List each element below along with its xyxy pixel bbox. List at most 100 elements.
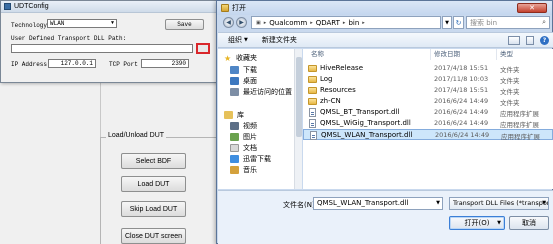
nav-music[interactable]: 音乐: [230, 165, 257, 175]
technology-label: Technology: [11, 22, 48, 29]
path-label: User Defined Transport DLL Path:: [11, 35, 127, 42]
filetype-value: Transport DLL Files (*transpor: [453, 199, 549, 207]
nav-downloads[interactable]: 下载: [230, 65, 257, 75]
file-name: Log: [320, 75, 333, 83]
nav-label: 最近访问的位置: [243, 88, 292, 96]
list-item[interactable]: QMSL_WiGig_Transport.dll 2016/6/24 14:49…: [303, 118, 553, 129]
nav-scrollbar[interactable]: [294, 49, 302, 189]
nav-label: 视频: [243, 122, 257, 130]
folder-icon: [308, 76, 317, 83]
nav-desktop[interactable]: 桌面: [230, 76, 257, 86]
dialog-title: 打开: [232, 4, 246, 12]
refresh-button[interactable]: ↻: [453, 16, 464, 29]
nav-label: 收藏夹: [236, 54, 257, 62]
file-type: 文件夹: [500, 77, 520, 85]
browse-button[interactable]: [196, 43, 210, 54]
nav-libraries[interactable]: 库: [224, 110, 244, 120]
filename-value: QMSL_WLAN_Transport.dll: [317, 199, 409, 207]
file-name: QMSL_WLAN_Transport.dll: [321, 131, 413, 139]
new-folder-label: 新建文件夹: [261, 36, 297, 44]
organize-menu[interactable]: 组织 ▼: [228, 35, 248, 45]
desktop-icon: [230, 77, 239, 85]
address-row: ◀ ▶ ▣ ▸ Qualcomm ▸ QDART ▸ bin ▸ ▼ ↻ 搜索 …: [221, 16, 550, 30]
app-icon: [4, 3, 11, 10]
video-icon: [230, 122, 239, 130]
help-icon[interactable]: ?: [540, 36, 549, 45]
technology-select[interactable]: WLAN ▼: [47, 19, 117, 28]
navigation-pane: ★ 收藏夹 下载 桌面 最近访问的位置 库 视频 图片 文档 迅雷下载 音乐: [218, 49, 302, 189]
breadcrumb-qualcomm[interactable]: Qualcomm: [269, 19, 307, 27]
tcp-port-input[interactable]: 2390: [141, 59, 189, 68]
dialog-toolbar: 组织 ▼ 新建文件夹 ?: [218, 32, 553, 48]
list-item[interactable]: Resources 2017/4/18 15:51 文件夹: [303, 85, 553, 96]
open-button[interactable]: 打开(O) ▼: [449, 216, 505, 230]
list-item-selected[interactable]: QMSL_WLAN_Transport.dll 2016/6/24 14:49 …: [303, 129, 553, 141]
folder-icon: [308, 87, 317, 94]
recent-places-icon: [230, 88, 239, 96]
nav-pictures[interactable]: 图片: [230, 132, 257, 142]
file-name: Resources: [320, 86, 356, 94]
udtconfig-window: UDTConfig Technology WLAN ▼ Save User De…: [0, 0, 222, 83]
file-type: 应用程序扩展: [500, 121, 539, 129]
nav-favorites[interactable]: ★ 收藏夹: [224, 53, 257, 63]
select-bdf-button[interactable]: Select BDF: [121, 153, 186, 169]
close-dut-screen-button[interactable]: Close DUT screen: [121, 228, 186, 244]
chevron-down-icon: ▼: [436, 200, 440, 206]
chevron-down-icon: ▼: [110, 20, 114, 26]
address-history-dropdown[interactable]: ▼: [442, 16, 452, 29]
nav-videos[interactable]: 视频: [230, 121, 257, 131]
organize-label: 组织: [228, 36, 242, 44]
list-item[interactable]: Log 2017/11/8 10:03 文件夹: [303, 74, 553, 85]
forward-button[interactable]: ▶: [236, 17, 247, 28]
search-placeholder: 搜索 bin: [470, 18, 498, 27]
file-date: 2017/4/18 15:51: [434, 64, 489, 72]
close-icon: ✕: [529, 4, 535, 12]
download-icon: [230, 66, 239, 74]
list-item[interactable]: QMSL_BT_Transport.dll 2016/6/24 14:49 应用…: [303, 107, 553, 118]
list-item[interactable]: HiveRelease 2017/4/18 15:51 文件夹: [303, 63, 553, 74]
dialog-titlebar: 打开 ✕: [217, 1, 552, 15]
nav-label: 下载: [243, 66, 257, 74]
group-title: Load/Unload DUT: [106, 132, 167, 139]
file-date: 2016/6/24 14:49: [434, 119, 489, 127]
load-dut-button[interactable]: Load DUT: [121, 176, 186, 192]
search-input[interactable]: 搜索 bin ⌕: [466, 16, 550, 29]
xunlei-icon: [230, 155, 239, 163]
nav-documents[interactable]: 文档: [230, 143, 257, 153]
address-bar[interactable]: ▣ ▸ Qualcomm ▸ QDART ▸ bin ▸: [251, 16, 441, 29]
nav-label: 音乐: [243, 166, 257, 174]
chevron-right-icon: ▸: [362, 19, 365, 26]
back-button[interactable]: ◀: [223, 17, 234, 28]
nav-recent[interactable]: 最近访问的位置: [230, 87, 292, 97]
open-label: 打开(O): [464, 219, 490, 227]
folder-icon: [308, 98, 317, 105]
chevron-down-icon: ▼: [244, 37, 248, 43]
list-item[interactable]: zh-CN 2016/6/24 14:49 文件夹: [303, 96, 553, 107]
save-button[interactable]: Save: [165, 19, 204, 30]
file-date: 2016/6/24 14:49: [434, 108, 489, 116]
breadcrumb-bin[interactable]: bin: [348, 19, 359, 27]
cancel-button[interactable]: 取消: [509, 216, 549, 230]
skip-load-dut-button[interactable]: Skip Load DUT: [121, 201, 186, 217]
ip-address-input[interactable]: 127.0.0.1: [48, 59, 96, 68]
new-folder-button[interactable]: 新建文件夹: [262, 35, 297, 45]
breadcrumb-qdart[interactable]: QDART: [316, 19, 340, 27]
view-options-icon[interactable]: [508, 36, 520, 45]
scrollbar-thumb[interactable]: [296, 57, 302, 137]
column-name[interactable]: 名称: [303, 49, 431, 60]
nav-label: 库: [237, 111, 244, 119]
file-type: 文件夹: [500, 99, 520, 107]
window-title: UDTConfig: [14, 3, 49, 10]
filetype-select[interactable]: Transport DLL Files (*transpor ▼: [449, 197, 549, 210]
dll-path-input[interactable]: [11, 44, 193, 53]
nav-xunlei[interactable]: 迅雷下载: [230, 154, 271, 164]
open-file-dialog: 打开 ✕ ◀ ▶ ▣ ▸ Qualcomm ▸ QDART ▸ bin ▸ ▼ …: [216, 0, 553, 244]
filename-input[interactable]: QMSL_WLAN_Transport.dll ▼: [313, 197, 443, 210]
file-name: QMSL_WiGig_Transport.dll: [320, 119, 411, 127]
column-type[interactable]: 类型: [497, 49, 553, 60]
folder-icon: [221, 4, 229, 12]
toolbar-right: ?: [508, 36, 549, 45]
close-button[interactable]: ✕: [517, 3, 547, 13]
preview-pane-icon[interactable]: [526, 36, 534, 45]
column-date[interactable]: 修改日期: [431, 49, 497, 60]
